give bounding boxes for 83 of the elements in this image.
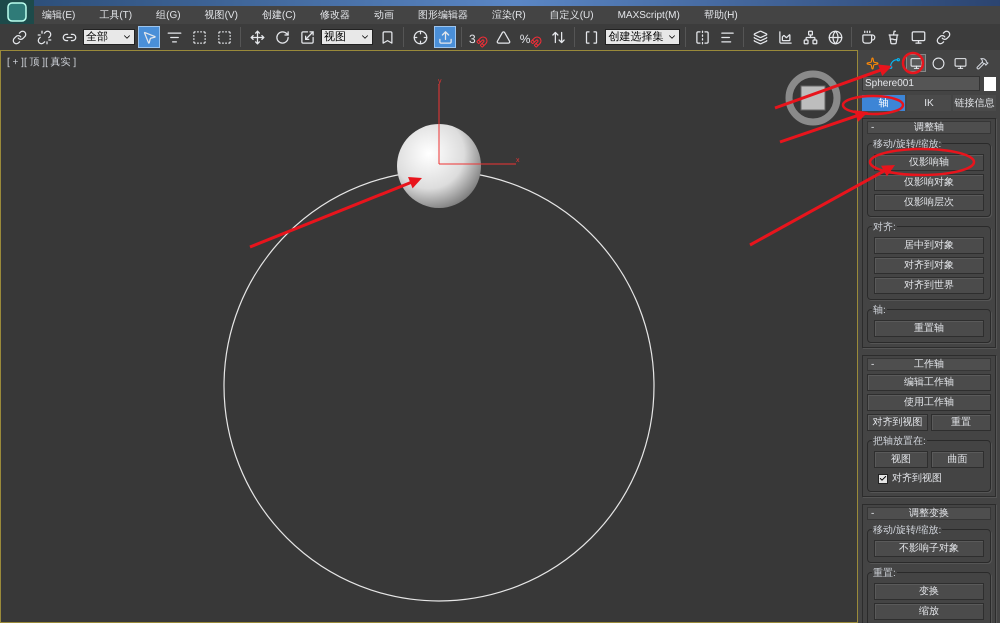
menu-item[interactable]: 自定义(U) bbox=[550, 8, 594, 22]
subtab[interactable]: IK bbox=[907, 95, 951, 111]
menu-item[interactable]: 动画 bbox=[374, 8, 394, 22]
magnet-icon bbox=[530, 36, 542, 48]
collapse-sign: - bbox=[871, 508, 874, 519]
scale-icon bbox=[300, 30, 314, 44]
link-icon bbox=[936, 30, 951, 44]
schematic-icon bbox=[802, 30, 818, 44]
logo-icon bbox=[6, 2, 28, 22]
collapse-sign: - bbox=[871, 359, 874, 370]
panel-button[interactable]: 仅影响层次 bbox=[874, 194, 984, 211]
menu-item[interactable]: 视图(V) bbox=[204, 8, 238, 22]
link-icon bbox=[12, 30, 26, 44]
panel-button[interactable]: 对齐到世界 bbox=[874, 277, 984, 294]
menu-item[interactable]: 组(G) bbox=[156, 8, 181, 22]
dashed-box-icon bbox=[216, 30, 232, 44]
panel-button[interactable]: 对齐到视图 bbox=[867, 414, 928, 431]
panel-button[interactable]: 编辑工作轴 bbox=[867, 374, 991, 391]
hammer-icon bbox=[976, 56, 988, 70]
panel-button[interactable]: 仅影响对象 bbox=[874, 174, 984, 191]
snap-button[interactable]: % bbox=[518, 26, 544, 48]
panel-button[interactable]: 重置 bbox=[930, 414, 991, 431]
panel-button[interactable]: 对齐到对象 bbox=[874, 257, 984, 274]
rollout-title: 调整变换 bbox=[909, 508, 949, 519]
menu-item[interactable]: 帮助(H) bbox=[704, 8, 738, 22]
dropdown-field[interactable]: 创建选择集 bbox=[605, 29, 680, 45]
menu-item[interactable]: 编辑(E) bbox=[42, 8, 76, 22]
object-name-field[interactable]: Sphere001 bbox=[862, 76, 980, 91]
menu-item[interactable]: 创建(C) bbox=[262, 8, 296, 22]
rollout-header[interactable]: - 调整变换 bbox=[867, 507, 991, 520]
panel-button[interactable]: 缩放 bbox=[874, 603, 984, 620]
menu-item[interactable]: 修改器 bbox=[320, 8, 350, 22]
snap-button[interactable]: 3 bbox=[467, 26, 490, 48]
highlight-ellipse bbox=[902, 52, 924, 74]
align-icon bbox=[720, 30, 735, 44]
magnet-icon bbox=[476, 36, 488, 48]
checkbox[interactable] bbox=[878, 474, 888, 484]
rollout-header[interactable]: - 工作轴 bbox=[867, 358, 991, 371]
menu-item[interactable]: 图形编辑器 bbox=[418, 8, 468, 22]
crosshair-icon bbox=[412, 30, 428, 44]
angle-icon bbox=[496, 30, 512, 44]
subtab[interactable]: 链接信息 bbox=[952, 95, 996, 111]
panel-button[interactable]: 重置轴 bbox=[874, 320, 984, 337]
upload-icon bbox=[438, 30, 452, 44]
menu-item[interactable]: 工具(T) bbox=[99, 8, 132, 22]
panel-button[interactable]: 不影响子对象 bbox=[874, 540, 984, 557]
sparkle-icon bbox=[866, 56, 878, 70]
brackets-icon bbox=[584, 30, 599, 44]
panel-button[interactable]: 使用工作轴 bbox=[867, 394, 991, 411]
rotate-icon bbox=[274, 30, 290, 44]
highlight-ellipse bbox=[842, 94, 904, 116]
mirror-icon bbox=[694, 30, 710, 44]
monitor-icon bbox=[910, 30, 926, 44]
rollout-title: 调整轴 bbox=[914, 122, 944, 133]
rollout-title: 工作轴 bbox=[914, 359, 944, 370]
rollout-header[interactable]: - 调整轴 bbox=[867, 121, 991, 134]
pointer-icon bbox=[142, 30, 156, 44]
bookmark-icon bbox=[380, 30, 394, 44]
panel-button[interactable]: 视图 bbox=[874, 451, 928, 468]
viewport-label[interactable]: [ + ][ 顶 ][ 真实 ] bbox=[7, 55, 76, 70]
monitor-icon bbox=[954, 56, 966, 70]
panel-button[interactable]: 变换 bbox=[874, 583, 984, 600]
broken-link-icon bbox=[36, 30, 52, 44]
sphere-icon bbox=[828, 30, 843, 44]
dropdown-field[interactable]: 全部 bbox=[83, 29, 135, 45]
spinner-icon bbox=[550, 30, 566, 44]
graph-icon bbox=[778, 30, 793, 44]
color-swatch[interactable] bbox=[984, 76, 996, 90]
view-cube[interactable] bbox=[786, 70, 840, 126]
panel-button[interactable]: 曲面 bbox=[930, 451, 984, 468]
collapse-sign: - bbox=[871, 122, 874, 133]
app-logo[interactable] bbox=[0, 0, 34, 24]
move-icon bbox=[250, 30, 264, 44]
checkbox-label: 对齐到视图 bbox=[892, 472, 942, 486]
panel-button[interactable]: 仅影响轴 bbox=[874, 154, 984, 171]
dashed-rectangle-icon bbox=[192, 30, 206, 44]
dropdown-field[interactable]: 视图 bbox=[321, 29, 373, 45]
layers-icon bbox=[752, 30, 768, 44]
circle-icon bbox=[932, 56, 944, 70]
menu-item[interactable]: MAXScript(M) bbox=[618, 8, 680, 22]
menu-item[interactable]: 渲染(R) bbox=[492, 8, 526, 22]
cup-icon bbox=[886, 30, 901, 44]
panel-button[interactable]: 居中到对象 bbox=[874, 237, 984, 254]
